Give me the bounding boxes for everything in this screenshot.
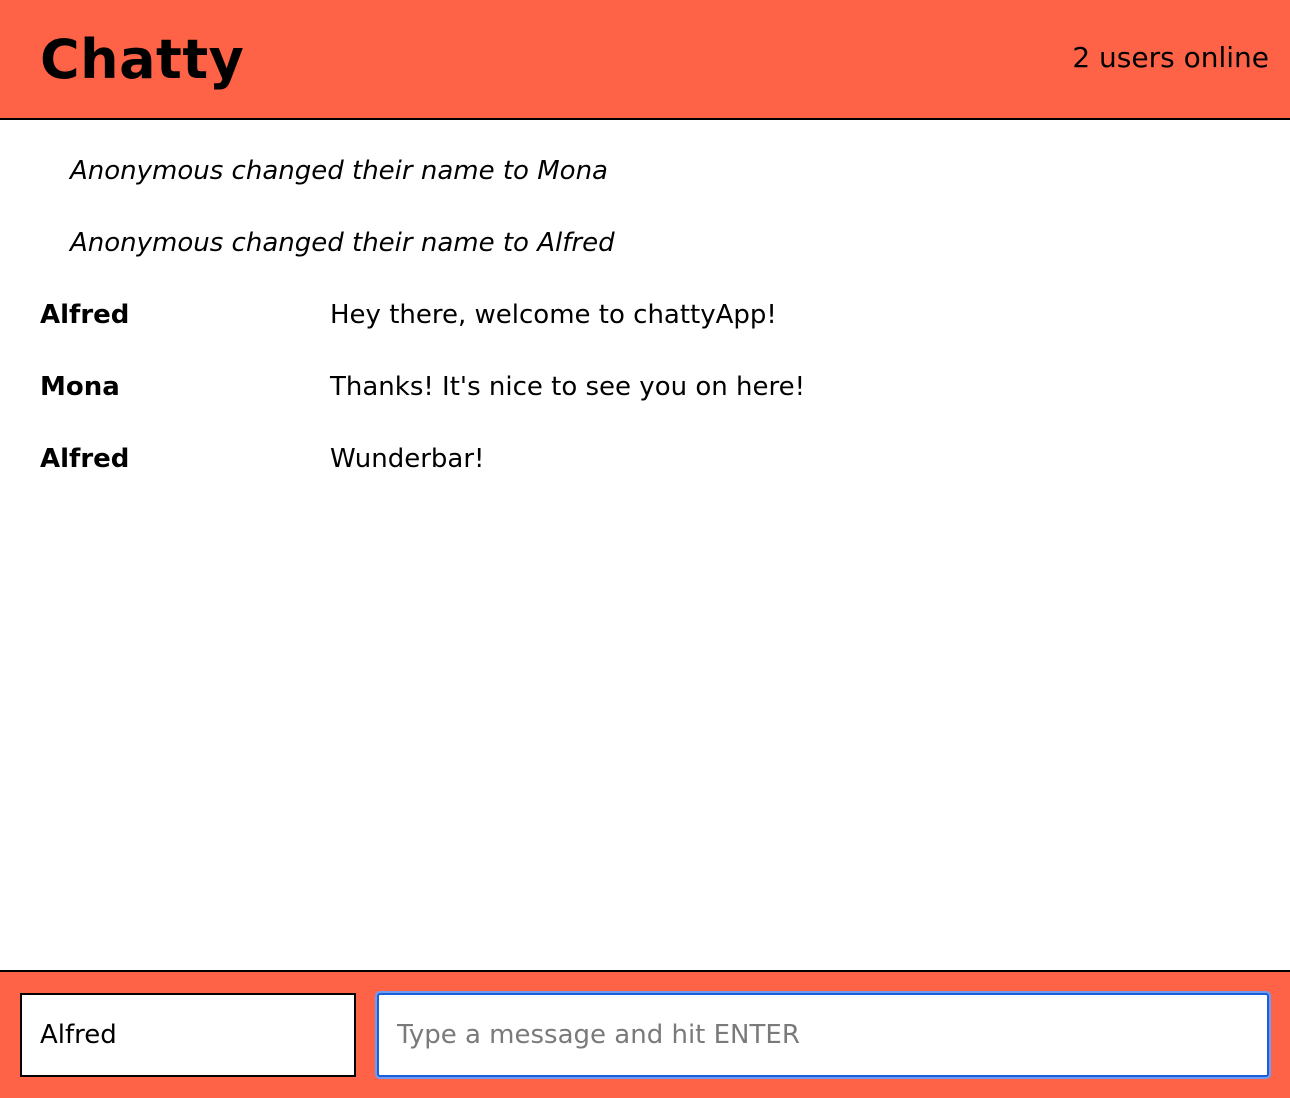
message-list: Anonymous changed their name to Mona Ano… [0, 120, 1290, 970]
system-notification: Anonymous changed their name to Alfred [70, 228, 615, 258]
message-content: Thanks! It's nice to see you on here! [330, 372, 806, 402]
navbar: Chatty 2 users online [0, 0, 1290, 120]
message-username: Alfred [40, 300, 130, 330]
message-content: Hey there, welcome to chattyApp! [330, 300, 777, 330]
message-username: Mona [40, 372, 120, 402]
chatbar [0, 970, 1290, 1098]
message-content: Wunderbar! [330, 444, 485, 474]
message-username: Alfred [40, 444, 130, 474]
message-input[interactable] [377, 993, 1269, 1077]
username-input[interactable] [20, 993, 356, 1077]
users-online-count: 2 users online [1072, 41, 1269, 74]
system-notification: Anonymous changed their name to Mona [70, 156, 608, 186]
brand-logo[interactable]: Chatty [40, 27, 244, 93]
